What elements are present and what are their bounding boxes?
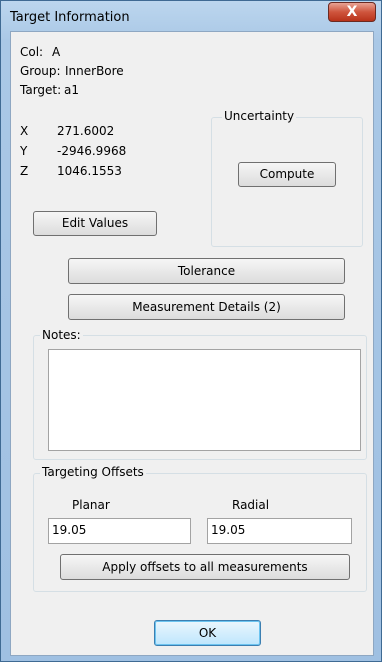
edit-values-button[interactable]: Edit Values — [33, 211, 157, 236]
col-value: A — [52, 45, 61, 59]
y-label: Y — [20, 144, 28, 158]
compute-button[interactable]: Compute — [238, 162, 336, 187]
col-label: Col: — [20, 45, 44, 59]
target-label: Target: — [20, 83, 62, 97]
target-value: a1 — [64, 83, 79, 97]
radial-label: Radial — [232, 498, 270, 512]
group-value: InnerBore — [65, 64, 124, 78]
planar-offset-input[interactable]: 19.05 — [48, 518, 191, 544]
tolerance-button[interactable]: Tolerance — [68, 258, 345, 284]
group-label: Group: — [20, 64, 61, 78]
apply-offsets-button[interactable]: Apply offsets to all measurements — [60, 554, 350, 580]
z-value: 1046.1553 — [57, 164, 122, 178]
dialog-client-area: Col: A Group: InnerBore Target: a1 X 271… — [10, 31, 374, 656]
notes-textarea[interactable] — [48, 349, 361, 451]
planar-label: Planar — [72, 498, 110, 512]
x-value: 271.6002 — [57, 124, 115, 138]
ok-button[interactable]: OK — [154, 620, 261, 646]
radial-offset-input[interactable]: 19.05 — [207, 518, 352, 544]
window-title: Target Information — [10, 10, 130, 25]
targeting-offsets-title: Targeting Offsets — [40, 465, 146, 479]
z-label: Z — [20, 164, 29, 178]
close-button[interactable]: X — [328, 2, 376, 22]
measurement-details-button[interactable]: Measurement Details (2) — [68, 294, 345, 320]
notes-title: Notes: — [40, 328, 83, 342]
uncertainty-title: Uncertainty — [222, 109, 297, 123]
y-value: -2946.9968 — [57, 144, 127, 158]
close-icon: X — [346, 4, 358, 20]
x-label: X — [20, 124, 29, 138]
dialog-window: Target Information X Col: A Group: Inner… — [0, 0, 382, 662]
